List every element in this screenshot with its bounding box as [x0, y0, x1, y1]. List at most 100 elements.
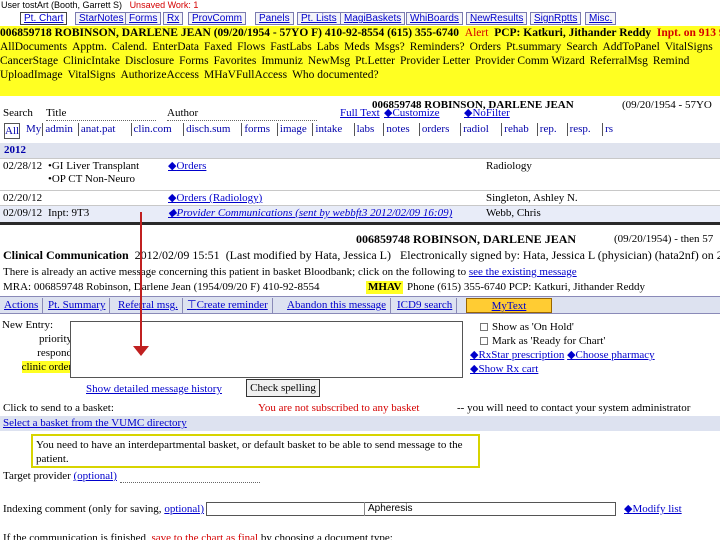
- patient-link[interactable]: Forms: [179, 55, 208, 67]
- on-hold-checkbox[interactable]: [480, 323, 488, 332]
- chart-entry-selected[interactable]: 02/09/12 Inpt: 9T3 ◆Provider Communicati…: [0, 205, 720, 223]
- tab-panels[interactable]: Panels: [255, 12, 294, 25]
- category-tab[interactable]: clin.com: [130, 123, 172, 136]
- tab-newresults[interactable]: NewResults: [466, 12, 528, 25]
- patient-link[interactable]: Labs: [317, 41, 339, 53]
- tab-signrptts[interactable]: SignRptts: [530, 12, 582, 25]
- patient-link[interactable]: FastLabs: [270, 41, 312, 53]
- patient-link[interactable]: Calend.: [112, 41, 147, 53]
- tab-rx[interactable]: Rx: [163, 12, 184, 25]
- rxstar-link[interactable]: ◆RxStar prescription: [470, 349, 564, 361]
- patient-link[interactable]: VitalSigns: [665, 41, 713, 53]
- patient-link[interactable]: ReferralMsg: [590, 55, 648, 67]
- patient-link[interactable]: Disclosure: [125, 55, 174, 67]
- patient-link[interactable]: MHaVFullAccess: [204, 69, 287, 81]
- tab-forms[interactable]: Forms: [125, 12, 162, 25]
- patient-link[interactable]: Apptm.: [72, 41, 107, 53]
- indexing-select[interactable]: Apheresis: [364, 502, 616, 516]
- category-tab[interactable]: forms: [241, 123, 270, 136]
- category-tab[interactable]: rep.: [536, 123, 557, 136]
- patient-link[interactable]: Favorites: [214, 55, 257, 67]
- category-tab[interactable]: intake: [312, 123, 342, 136]
- patient-link[interactable]: ClinicIntake: [63, 55, 120, 67]
- patient-link[interactable]: Who documented?: [292, 69, 379, 81]
- category-tab[interactable]: disch.sum: [183, 123, 230, 136]
- pt-summary-button[interactable]: Pt. Summary: [44, 298, 111, 313]
- patient-link[interactable]: Provider Letter: [400, 55, 470, 67]
- category-tab[interactable]: labs: [353, 123, 374, 136]
- patient-link[interactable]: AddToPanel: [603, 41, 660, 53]
- tab-pt-chart[interactable]: Pt. Chart: [20, 12, 68, 25]
- chart-entry[interactable]: 02/20/12 ◆Orders (Radiology) Singleton, …: [0, 190, 720, 206]
- target-optional-link[interactable]: (optional): [74, 470, 117, 482]
- title-filter[interactable]: Title: [46, 107, 156, 121]
- target-provider-input[interactable]: [120, 482, 260, 483]
- patient-link[interactable]: Faxed: [204, 41, 232, 53]
- create-reminder-button[interactable]: ⊤Create reminder: [183, 298, 273, 313]
- patient-link[interactable]: Pt.summary: [506, 41, 561, 53]
- entry-title[interactable]: ◆Orders (Radiology): [168, 192, 262, 205]
- patient-link[interactable]: Orders: [470, 41, 501, 53]
- category-tab[interactable]: orders: [418, 123, 449, 136]
- full-text-link[interactable]: Full Text: [340, 107, 380, 120]
- patient-link[interactable]: EnterData: [152, 41, 199, 53]
- tab-pt-lists[interactable]: Pt. Lists: [297, 12, 341, 25]
- show-on-hold-option[interactable]: Show as 'On Hold': [470, 320, 715, 334]
- category-tab[interactable]: anat.pat: [77, 123, 115, 136]
- patient-link[interactable]: Pt.Letter: [355, 55, 395, 67]
- message-history-link[interactable]: Show detailed message history: [86, 383, 222, 396]
- patient-link[interactable]: UploadImage: [0, 69, 63, 81]
- category-tab[interactable]: notes: [383, 123, 410, 136]
- patient-link[interactable]: Provider Comm Wizard: [475, 55, 585, 67]
- tab-whiboards[interactable]: WhiBoards: [406, 12, 463, 25]
- customize-link[interactable]: ◆Customize: [384, 107, 440, 120]
- tab-misc[interactable]: Misc.: [585, 12, 617, 25]
- category-tab[interactable]: radiol: [460, 123, 489, 136]
- entry-title[interactable]: ◆Provider Communications (sent by webbft…: [168, 207, 452, 220]
- patient-link[interactable]: CancerStage: [0, 55, 58, 67]
- patient-link[interactable]: AuthorizeAccess: [120, 69, 199, 81]
- icd9-search-button[interactable]: ICD9 search: [393, 298, 458, 313]
- patient-link[interactable]: AllDocuments: [0, 41, 67, 53]
- entry-title[interactable]: ◆Orders: [168, 160, 206, 173]
- message-textarea[interactable]: [70, 321, 463, 378]
- tab-provcomm[interactable]: ProvComm: [188, 12, 247, 25]
- patient-link[interactable]: Immuniz: [261, 55, 303, 67]
- select-basket-link[interactable]: Select a basket from the VUMC directory: [3, 417, 187, 430]
- category-tab[interactable]: resp.: [566, 123, 591, 136]
- check-spelling-button[interactable]: Check spelling: [246, 379, 320, 397]
- choose-pharmacy-link[interactable]: ◆Choose pharmacy: [567, 349, 655, 361]
- indexing-optional-link[interactable]: optional): [164, 503, 204, 515]
- alert-link[interactable]: Alert: [465, 27, 489, 39]
- tab-starnotes[interactable]: StarNotes: [75, 12, 128, 25]
- author-filter[interactable]: Author: [167, 107, 317, 121]
- category-tab[interactable]: My: [24, 123, 41, 136]
- mytext-button[interactable]: MyText: [466, 298, 552, 313]
- patient-link[interactable]: Flows: [237, 41, 265, 53]
- patient-link[interactable]: NewMsg: [308, 55, 350, 67]
- mark-ready-option[interactable]: Mark as 'Ready for Chart': [470, 334, 715, 348]
- patient-link[interactable]: Meds: [344, 41, 370, 53]
- patient-link[interactable]: Remind: [653, 55, 689, 67]
- modify-list-link[interactable]: ◆Modify list: [624, 503, 682, 516]
- patient-link[interactable]: Reminders?: [410, 41, 465, 53]
- patient-link[interactable]: Msgs?: [375, 41, 405, 53]
- mhav-badge[interactable]: MHAV: [366, 281, 404, 294]
- actions-menu[interactable]: Actions: [0, 298, 44, 313]
- abandon-message-button[interactable]: Abandon this message: [283, 298, 391, 313]
- unsaved-work[interactable]: Unsaved Work: 1: [130, 0, 199, 10]
- category-tab[interactable]: rehab: [501, 123, 529, 136]
- tab-magibaskets[interactable]: MagiBaskets: [340, 12, 406, 25]
- existing-message-link[interactable]: see the existing message: [469, 266, 577, 278]
- show-rx-cart-link[interactable]: ◆Show Rx cart: [470, 362, 715, 376]
- category-tab[interactable]: rs: [602, 123, 613, 136]
- cat-all[interactable]: All: [4, 123, 20, 139]
- nofilter-link[interactable]: ◆NoFilter: [464, 107, 510, 120]
- category-tab[interactable]: image: [276, 123, 307, 136]
- ready-checkbox[interactable]: [480, 337, 488, 346]
- patient-link[interactable]: Search: [566, 41, 597, 53]
- referral-msg-button[interactable]: Referral msg.: [114, 298, 183, 313]
- category-tab[interactable]: admin: [42, 123, 73, 136]
- chart-entry[interactable]: 02/28/12 •GI Liver Transplant •OP CT Non…: [0, 158, 720, 190]
- patient-link[interactable]: VitalSigns: [68, 69, 116, 81]
